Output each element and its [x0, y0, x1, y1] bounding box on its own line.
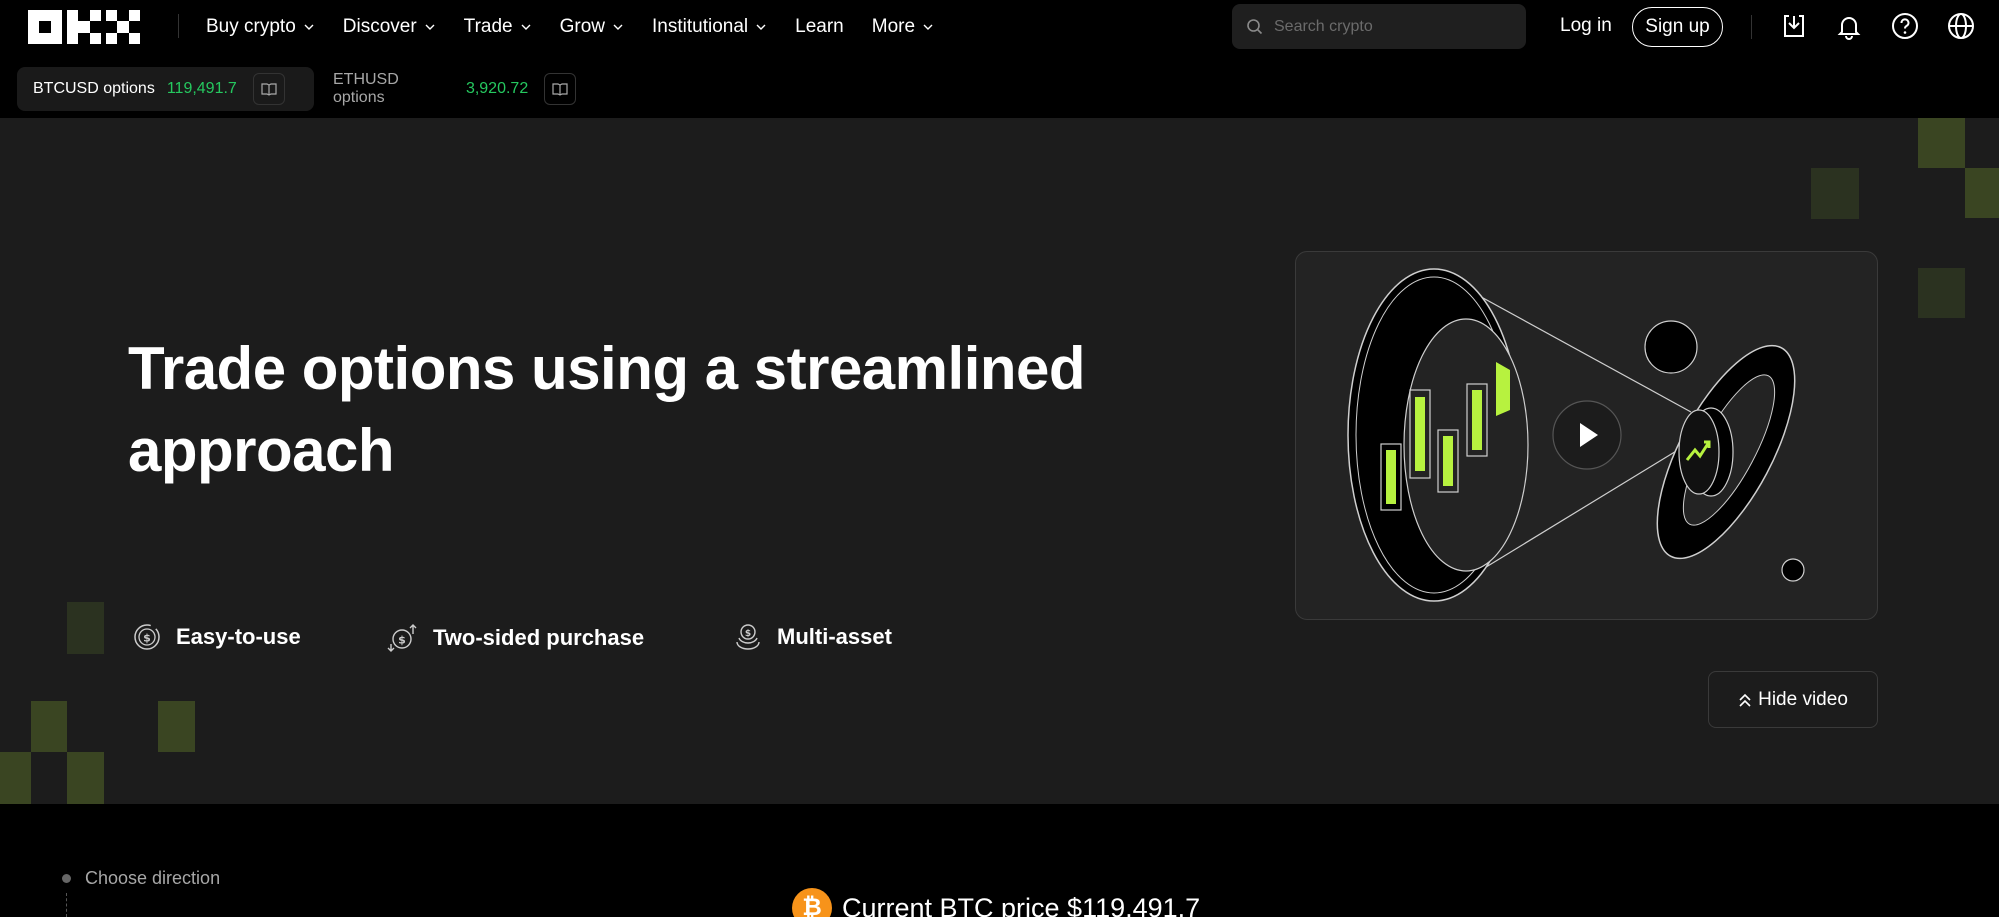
- menu-label: Grow: [559, 16, 606, 37]
- menu-discover[interactable]: Discover: [343, 16, 436, 38]
- search-input[interactable]: [1274, 17, 1514, 36]
- chevron-down-icon: [756, 24, 766, 30]
- decor-square: [0, 752, 31, 804]
- feature-label: Multi-asset: [777, 624, 892, 649]
- search-icon: [1247, 18, 1263, 34]
- hide-video-label: Hide video: [1758, 688, 1848, 710]
- hero-title: Trade options using a streamlined approa…: [128, 335, 1086, 484]
- chevron-down-icon: [613, 24, 623, 30]
- help-icon[interactable]: [1889, 10, 1921, 42]
- step-label: Choose direction: [85, 868, 221, 888]
- feature-multi-asset: $ Multi-asset: [733, 622, 892, 652]
- ticker-name: ETHUSD options: [333, 71, 399, 106]
- book-icon[interactable]: [252, 73, 285, 105]
- svg-text:$: $: [143, 632, 151, 645]
- decor-square: [158, 701, 195, 752]
- menu-trade[interactable]: Trade: [464, 16, 532, 38]
- bell-icon[interactable]: [1833, 10, 1865, 42]
- main-menu: Buy crypto Discover Trade Grow Instituti…: [206, 0, 934, 54]
- decor-square: [1965, 168, 1999, 218]
- double-chevron-up-icon: [1739, 693, 1751, 707]
- menu-label: Buy crypto: [206, 16, 296, 37]
- okx-logo[interactable]: [28, 10, 140, 44]
- coin-arrows-icon: $: [387, 624, 417, 652]
- ticker-btcusd-options[interactable]: BTCUSD options 119,491.7: [17, 67, 314, 111]
- menu-label: Discover: [342, 16, 417, 37]
- decor-square: [67, 752, 104, 804]
- current-price-text: Current BTC price $119,491.7: [842, 892, 1201, 917]
- globe-icon[interactable]: [1945, 10, 1977, 42]
- dollar-coin-icon: $: [134, 624, 160, 650]
- top-navbar: Buy crypto Discover Trade Grow Instituti…: [0, 0, 1999, 54]
- download-icon[interactable]: [1778, 10, 1810, 42]
- decor-square: [1811, 168, 1859, 219]
- menu-institutional[interactable]: Institutional: [652, 16, 767, 38]
- login-link[interactable]: Log in: [1560, 15, 1612, 37]
- video-card[interactable]: [1295, 251, 1878, 620]
- menu-label: More: [871, 16, 916, 37]
- hero-section: Trade options using a streamlined approa…: [0, 118, 1999, 804]
- svg-text:$: $: [398, 634, 406, 647]
- feature-label: Two-sided purchase: [433, 625, 645, 650]
- options-illustration: [1347, 268, 1805, 602]
- menu-learn[interactable]: Learn: [795, 16, 844, 38]
- stacked-coins-icon: $: [736, 624, 760, 650]
- ticker-price: 3,920.72: [465, 80, 529, 97]
- menu-grow[interactable]: Grow: [560, 16, 624, 38]
- menu-label: Trade: [463, 16, 513, 37]
- ticker-ethusd-options[interactable]: ETHUSD options 3,920.72: [317, 67, 592, 111]
- signup-button[interactable]: Sign up: [1632, 7, 1723, 47]
- menu-label: Institutional: [652, 16, 749, 37]
- menu-buy-crypto[interactable]: Buy crypto: [206, 16, 315, 38]
- chevron-down-icon: [923, 24, 933, 30]
- decor-square: [1918, 268, 1965, 318]
- feature-easy-to-use: $ Easy-to-use: [132, 622, 301, 652]
- chevron-down-icon: [425, 24, 435, 30]
- decor-square: [1918, 118, 1965, 168]
- chevron-down-icon: [304, 24, 314, 30]
- bitcoin-icon: ₿: [792, 888, 832, 917]
- nav-divider: [1751, 15, 1752, 39]
- menu-label: Learn: [795, 16, 844, 37]
- step-connector: [66, 893, 67, 917]
- svg-text:$: $: [745, 629, 751, 639]
- book-icon[interactable]: [544, 73, 576, 105]
- nav-divider: [178, 14, 179, 38]
- step-dot: [62, 874, 71, 883]
- decor-square: [31, 701, 67, 752]
- feature-label: Easy-to-use: [176, 624, 301, 649]
- ticker-price: 119,491.7: [166, 80, 237, 97]
- current-btc-price: ₿ Current BTC price $119,491.7: [792, 888, 1200, 917]
- hide-video-button[interactable]: Hide video: [1708, 671, 1878, 728]
- feature-two-sided-purchase: $ Two-sided purchase: [387, 622, 644, 654]
- chevron-down-icon: [521, 24, 531, 30]
- decor-square: [67, 602, 104, 654]
- search-box[interactable]: [1232, 4, 1526, 49]
- menu-more[interactable]: More: [872, 16, 934, 38]
- step-choose-direction: Choose direction: [62, 868, 220, 889]
- ticker-name: BTCUSD options: [33, 80, 155, 97]
